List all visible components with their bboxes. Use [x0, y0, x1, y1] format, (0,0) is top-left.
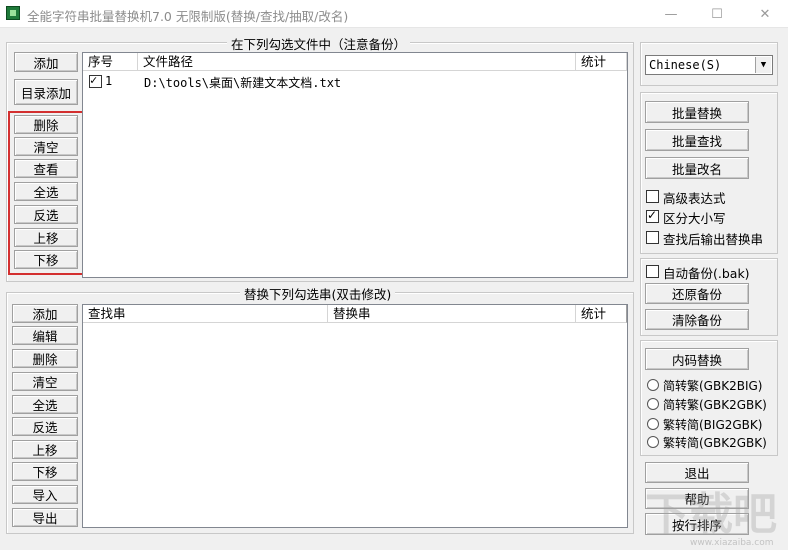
clear-backup-button[interactable]: 清除备份 [645, 309, 749, 330]
radio-gbk2big-label: 简转繁(GBK2BIG) [663, 379, 763, 393]
column-header-replace[interactable]: 替换串 [328, 305, 576, 323]
batch-rename-button[interactable]: 批量改名 [645, 157, 749, 179]
row-index: 1 [105, 74, 113, 88]
window-title: 全能字符串批量替换机7.0 无限制版(替换/查找/抽取/改名) [27, 9, 349, 24]
column-header-find[interactable]: 查找串 [83, 305, 328, 323]
replace-list[interactable]: 查找串 替换串 统计 [82, 304, 628, 528]
minimize-button[interactable]: — [648, 0, 694, 28]
move-down-string-button[interactable]: 下移 [12, 462, 78, 481]
add-directory-button[interactable]: 目录添加 [14, 79, 78, 105]
move-up-string-button[interactable]: 上移 [12, 440, 78, 459]
row-path: D:\tools\桌面\新建文本文档.txt [144, 76, 342, 90]
language-select-value: Chinese(S) [649, 58, 722, 72]
edit-string-button[interactable]: 编辑 [12, 326, 78, 345]
maximize-button[interactable]: ☐ [694, 0, 740, 28]
case-sensitive-label: 区分大小写 [663, 211, 726, 226]
watermark-logo: 下载吧 [645, 489, 777, 540]
output-replace-label: 查找后输出替换串 [663, 232, 764, 247]
add-file-button[interactable]: 添加 [14, 52, 78, 72]
column-header-count[interactable]: 统计 [576, 305, 627, 323]
files-group-title: 在下列勾选文件中（注意备份） [227, 34, 411, 53]
close-button[interactable]: ✕ [742, 0, 788, 28]
radio-big2gbk[interactable] [647, 418, 659, 430]
auto-backup-label: 自动备份(.bak) [663, 266, 750, 281]
delete-string-button[interactable]: 删除 [12, 349, 78, 368]
file-list[interactable]: 序号 文件路径 统计 1 D:\tools\桌面\新建文本文档.txt [82, 52, 628, 278]
regex-label: 高级表达式 [663, 191, 726, 206]
select-all-strings-button[interactable]: 全选 [12, 395, 78, 414]
batch-find-button[interactable]: 批量查找 [645, 129, 749, 151]
radio-gbk2gbk-simp-label: 繁转简(GBK2GBK) [663, 436, 767, 450]
invert-selection-strings-button[interactable]: 反选 [12, 417, 78, 436]
output-replace-checkbox[interactable] [646, 231, 659, 244]
radio-gbk2gbk-trad-label: 简转繁(GBK2GBK) [663, 398, 767, 412]
chevron-down-icon[interactable]: ▼ [755, 57, 771, 73]
column-header-count[interactable]: 统计 [576, 53, 627, 71]
encoding-replace-button[interactable]: 内码替换 [645, 348, 749, 370]
column-header-path[interactable]: 文件路径 [138, 53, 576, 71]
radio-gbk2gbk-simp[interactable] [647, 436, 659, 448]
auto-backup-checkbox[interactable] [646, 265, 659, 278]
app-icon [6, 6, 20, 20]
watermark-url: www.xiazaiba.com [690, 538, 774, 548]
radio-gbk2big[interactable] [647, 379, 659, 391]
replace-group-title: 替换下列勾选串(双击修改) [240, 284, 396, 303]
restore-backup-button[interactable]: 还原备份 [645, 283, 749, 304]
language-select[interactable]: Chinese(S) ▼ [645, 55, 773, 75]
add-string-button[interactable]: 添加 [12, 304, 78, 323]
export-button[interactable]: 导出 [12, 508, 78, 527]
batch-replace-button[interactable]: 批量替换 [645, 101, 749, 123]
radio-gbk2gbk-trad[interactable] [647, 398, 659, 410]
clear-strings-button[interactable]: 清空 [12, 372, 78, 391]
import-button[interactable]: 导入 [12, 485, 78, 504]
column-header-index[interactable]: 序号 [83, 53, 138, 71]
title-bar: 全能字符串批量替换机7.0 无限制版(替换/查找/抽取/改名) — ☐ ✕ [0, 0, 788, 28]
radio-big2gbk-label: 繁转简(BIG2GBK) [663, 418, 763, 432]
table-row[interactable]: 1 D:\tools\桌面\新建文本文档.txt [83, 73, 627, 91]
highlight-box [8, 111, 87, 275]
row-checkbox[interactable] [89, 73, 102, 88]
regex-checkbox[interactable] [646, 190, 659, 203]
case-sensitive-checkbox[interactable] [646, 208, 659, 223]
